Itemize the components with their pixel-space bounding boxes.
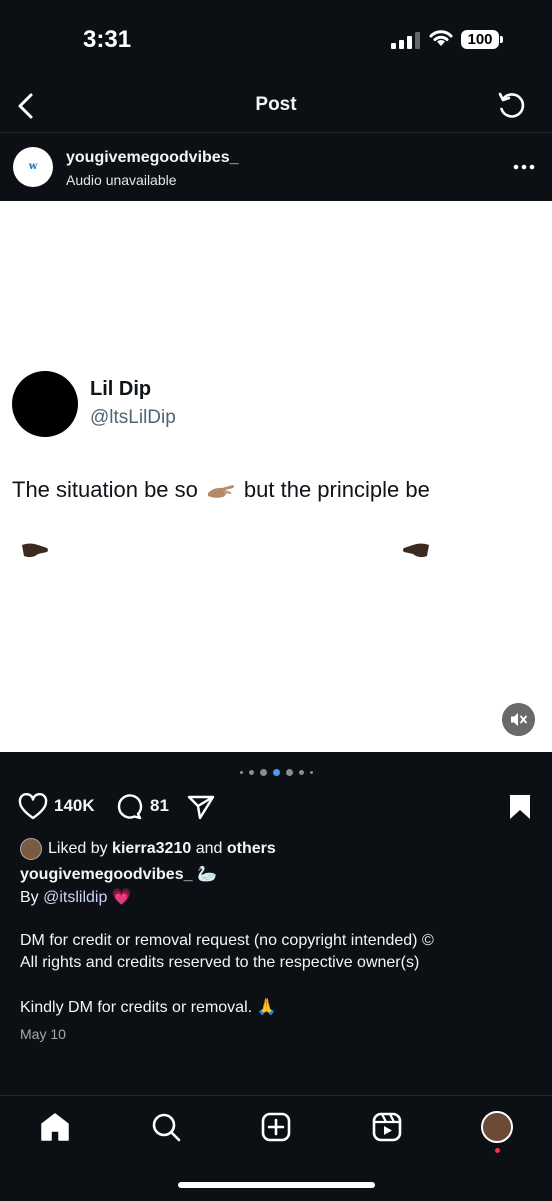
carousel-dot: [239, 770, 243, 774]
liker-avatar: [20, 838, 42, 860]
heart-icon[interactable]: [18, 793, 48, 821]
comment-icon[interactable]: [114, 793, 144, 821]
tweet-avatar: [12, 371, 78, 437]
battery-indicator: 100: [461, 30, 503, 49]
carousel-dot: [309, 770, 313, 774]
caption-username[interactable]: yougivemegoodvibes_: [20, 866, 193, 883]
notification-dot: [495, 1148, 500, 1153]
carousel-indicator: [0, 766, 552, 778]
send-icon[interactable]: [186, 793, 216, 821]
liked-by[interactable]: Liked by kierra3210 and others: [20, 838, 276, 860]
home-indicator: [178, 1182, 375, 1188]
by-prefix: By: [20, 889, 39, 906]
tweet-text-after: but the principle be: [243, 477, 430, 502]
reels-icon[interactable]: [370, 1110, 404, 1144]
left-pointing-hand-icon: [403, 543, 429, 558]
tweet-text: The situation be so but the principle be: [12, 477, 430, 503]
signal-icon: [391, 32, 420, 49]
more-horizontal-icon[interactable]: [510, 155, 538, 179]
liked-by-others[interactable]: others: [227, 840, 276, 858]
post-header: w yougivemegoodvibes_ Audio unavailable: [0, 133, 552, 200]
carousel-dot: [298, 769, 304, 775]
tweet-author-handle: @ltsLilDip: [90, 407, 176, 428]
caption-line-1: DM for credit or removal request (no cop…: [20, 932, 434, 949]
liked-by-user[interactable]: kierra3210: [112, 840, 191, 858]
page-title: Post: [255, 94, 297, 115]
carousel-dot: [248, 769, 254, 775]
liked-by-middle: and: [195, 840, 223, 857]
pinching-hand-icon: [207, 485, 234, 498]
wifi-icon: [429, 30, 453, 46]
action-bar: 140K 81: [0, 788, 552, 824]
profile-avatar[interactable]: [481, 1111, 513, 1143]
status-bar: 3:31 100: [0, 0, 552, 80]
search-icon[interactable]: [149, 1110, 183, 1144]
status-time: 3:31: [83, 26, 132, 53]
create-icon[interactable]: [259, 1110, 293, 1144]
right-pointing-hand-icon: [22, 543, 48, 558]
avatar[interactable]: w: [13, 147, 53, 187]
refresh-icon[interactable]: [496, 90, 528, 122]
like-count[interactable]: 140K: [54, 796, 95, 816]
bookmark-icon[interactable]: [507, 793, 533, 821]
carousel-dot: [285, 768, 293, 776]
tweet-text-before: The situation be so: [12, 477, 198, 502]
liked-by-prefix: Liked by: [48, 840, 108, 857]
carousel-dot: [259, 768, 267, 776]
caption-line-2: All rights and credits reserved to the r…: [20, 954, 420, 971]
post-media[interactable]: Lil Dip @ltsLilDip The situation be so b…: [0, 201, 552, 752]
home-icon[interactable]: [38, 1110, 72, 1144]
nav-header: Post: [0, 80, 552, 133]
audio-status: Audio unavailable: [66, 172, 177, 188]
post-username[interactable]: yougivemegoodvibes_: [66, 149, 239, 167]
caption-username-row: yougivemegoodvibes_ 🦢: [20, 864, 217, 884]
tweet-author-name: Lil Dip: [90, 378, 152, 400]
heart-emoji: 💗: [111, 889, 132, 906]
mention-link[interactable]: @itslildip: [43, 889, 107, 906]
caption-line-3: Kindly DM for credits or removal. 🙏: [20, 999, 277, 1016]
comment-count[interactable]: 81: [150, 796, 169, 816]
post-date: May 10: [20, 1026, 66, 1042]
muted-speaker-icon[interactable]: [502, 703, 535, 736]
caption-by-line: By @itslildip 💗: [20, 887, 132, 907]
carousel-dot: [272, 768, 280, 776]
swan-emoji: 🦢: [196, 866, 217, 883]
